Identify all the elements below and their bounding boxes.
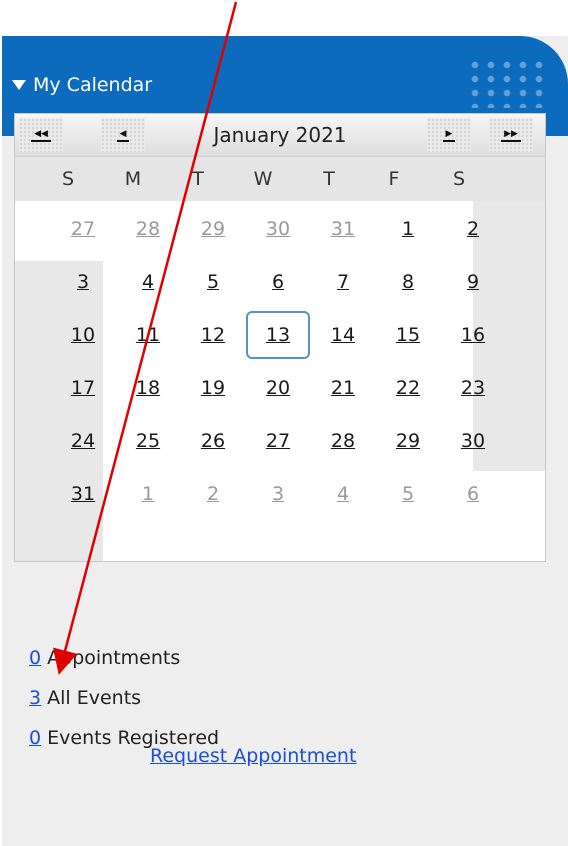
stat-line: 3 All Events bbox=[29, 687, 141, 709]
calendar-day[interactable]: 21 bbox=[313, 368, 373, 408]
calendar-day[interactable]: 31 bbox=[53, 474, 113, 514]
calendar-day[interactable]: 5 bbox=[183, 262, 243, 302]
calendar-day-today[interactable]: 13 bbox=[246, 311, 310, 359]
calendar-day[interactable]: 10 bbox=[53, 315, 113, 355]
double-right-arrow-icon: ▶▶ bbox=[501, 128, 521, 142]
next-year-button[interactable]: ▶▶ bbox=[489, 118, 533, 152]
calendar-day[interactable]: 1 bbox=[118, 474, 178, 514]
weekday-label: T bbox=[192, 168, 204, 190]
calendar-day[interactable]: 7 bbox=[313, 262, 373, 302]
panel-title: My Calendar bbox=[33, 74, 153, 96]
triangle-down-icon bbox=[12, 80, 26, 90]
calendar-day[interactable]: 4 bbox=[118, 262, 178, 302]
calendar-day[interactable]: 14 bbox=[313, 315, 373, 355]
calendar-nav: ◀◀ ◀ January 2021 ▶ ▶▶ bbox=[15, 114, 545, 157]
calendar-day[interactable]: 6 bbox=[248, 262, 308, 302]
calendar-day[interactable]: 2 bbox=[183, 474, 243, 514]
calendar-day[interactable]: 4 bbox=[313, 474, 373, 514]
calendar-day[interactable]: 23 bbox=[443, 368, 503, 408]
calendar-day[interactable]: 15 bbox=[378, 315, 438, 355]
calendar-day[interactable]: 20 bbox=[248, 368, 308, 408]
stat-count-link[interactable]: 0 bbox=[29, 647, 41, 669]
calendar-day[interactable]: 16 bbox=[443, 315, 503, 355]
calendar-day[interactable]: 6 bbox=[443, 474, 503, 514]
calendar-day[interactable]: 31 bbox=[313, 209, 373, 249]
month-title: January 2021 bbox=[213, 123, 347, 147]
next-month-button[interactable]: ▶ bbox=[427, 118, 471, 152]
stat-label: All Events bbox=[47, 687, 142, 709]
calendar-day[interactable]: 2 bbox=[443, 209, 503, 249]
double-left-arrow-icon: ◀◀ bbox=[31, 128, 51, 142]
calendar-day[interactable]: 28 bbox=[313, 421, 373, 461]
calendar-day[interactable]: 3 bbox=[248, 474, 308, 514]
left-arrow-icon: ◀ bbox=[116, 128, 130, 142]
stat-label: Appointments bbox=[47, 647, 181, 669]
calendar-day[interactable]: 30 bbox=[443, 421, 503, 461]
calendar-day[interactable]: 11 bbox=[118, 315, 178, 355]
weekday-label: S bbox=[452, 168, 466, 190]
weekday-label: W bbox=[253, 168, 273, 190]
calendar-day[interactable]: 19 bbox=[183, 368, 243, 408]
calendar-day[interactable]: 29 bbox=[183, 209, 243, 249]
weekday-label: F bbox=[388, 168, 400, 190]
weekday-label: M bbox=[124, 168, 142, 190]
calendar-day[interactable]: 30 bbox=[248, 209, 308, 249]
calendar-day[interactable]: 18 bbox=[118, 368, 178, 408]
calendar-day[interactable]: 1 bbox=[378, 209, 438, 249]
calendar-day[interactable]: 22 bbox=[378, 368, 438, 408]
calendar-collapse-toggle[interactable]: My Calendar bbox=[12, 74, 152, 96]
request-appointment-link[interactable]: Request Appointment bbox=[150, 745, 356, 767]
calendar-day[interactable]: 9 bbox=[443, 262, 503, 302]
stat-count-link[interactable]: 0 bbox=[29, 727, 41, 749]
calendar-day[interactable]: 27 bbox=[53, 209, 113, 249]
prev-year-button[interactable]: ◀◀ bbox=[19, 118, 63, 152]
stat-count-link[interactable]: 3 bbox=[29, 687, 41, 709]
dots-pattern-icon bbox=[467, 58, 547, 108]
calendar-day[interactable]: 24 bbox=[53, 421, 113, 461]
calendar-day[interactable]: 25 bbox=[118, 421, 178, 461]
calendar-day[interactable]: 28 bbox=[118, 209, 178, 249]
weekday-label: T bbox=[323, 168, 335, 190]
calendar-day[interactable]: 3 bbox=[53, 262, 113, 302]
calendar-day[interactable]: 26 bbox=[183, 421, 243, 461]
weekday-label: S bbox=[61, 168, 75, 190]
calendar-day[interactable]: 17 bbox=[53, 368, 113, 408]
calendar-day[interactable]: 8 bbox=[378, 262, 438, 302]
calendar-days-grid: 27 28 29 30 31 1 2 3 4 5 6 7 8 9 10 11 12 13 14 15 16 17 18 19 2… bbox=[15, 201, 545, 561]
right-arrow-icon: ▶ bbox=[442, 128, 456, 142]
stat-line: 0 Appointments bbox=[29, 647, 180, 669]
calendar-day[interactable]: 29 bbox=[378, 421, 438, 461]
calendar-day[interactable]: 12 bbox=[183, 315, 243, 355]
weekend-column-shade bbox=[15, 261, 103, 561]
weekday-header: SMTWTFS bbox=[15, 157, 545, 201]
prev-month-button[interactable]: ◀ bbox=[101, 118, 145, 152]
mini-calendar: ◀◀ ◀ January 2021 ▶ ▶▶ SMTWTFS 27 28 29 30 3… bbox=[14, 113, 546, 562]
calendar-day[interactable]: 27 bbox=[248, 421, 308, 461]
calendar-day[interactable]: 5 bbox=[378, 474, 438, 514]
